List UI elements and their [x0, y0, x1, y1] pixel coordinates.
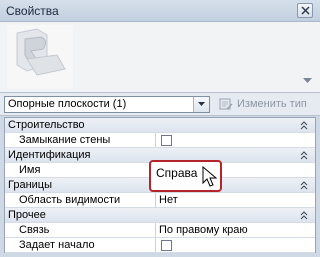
mouse-cursor-icon: [202, 166, 218, 187]
property-row: Область видимости Нет: [5, 193, 315, 208]
property-row: Замыкание стены: [5, 133, 315, 148]
type-selector-value: Опорные плоскости (1): [8, 98, 127, 110]
property-value-text: Нет: [159, 194, 178, 206]
defines-origin-checkbox[interactable]: [161, 240, 172, 251]
group-header[interactable]: Строительство: [5, 118, 315, 133]
type-image: [7, 25, 73, 89]
group-name: Границы: [8, 179, 52, 191]
property-name: Имя: [19, 164, 41, 176]
window-title: Свойства: [6, 4, 59, 18]
close-icon: [301, 6, 310, 15]
dropdown-arrow-icon: [198, 102, 205, 106]
property-name: Задает начало: [19, 239, 95, 251]
group-header[interactable]: Прочее: [5, 208, 315, 223]
title-bar: Свойства: [0, 0, 320, 22]
collapse-icon[interactable]: [300, 121, 308, 130]
property-value[interactable]: По правому краю: [155, 223, 315, 237]
property-value[interactable]: Нет: [155, 193, 315, 207]
type-selector-dropdown[interactable]: [193, 97, 209, 112]
group-name: Прочее: [8, 209, 46, 221]
property-name: Связь: [19, 224, 50, 236]
wall-closure-checkbox[interactable]: [161, 135, 172, 146]
property-name: Замыкание стены: [19, 134, 111, 146]
edit-type-icon: [219, 98, 233, 110]
collapse-icon[interactable]: [300, 211, 308, 220]
property-row: Задает начало: [5, 238, 315, 253]
type-selector[interactable]: Опорные плоскости (1): [4, 96, 210, 113]
name-value-text: Справа: [156, 166, 198, 180]
property-name: Область видимости: [19, 194, 121, 206]
group-name: Идентификация: [8, 149, 91, 161]
close-button[interactable]: [297, 3, 313, 18]
type-preview: [0, 22, 320, 93]
property-value-text: По правому краю: [159, 224, 248, 236]
collapse-icon[interactable]: [300, 151, 308, 160]
properties-panel: Свойства Опорные плоскости (1) Изменить …: [0, 0, 320, 257]
group-name: Строительство: [8, 119, 85, 131]
property-value: [155, 238, 315, 252]
type-selector-row: Опорные плоскости (1) Изменить тип: [0, 93, 320, 116]
preview-scroll-icon[interactable]: [303, 78, 312, 84]
property-value: [155, 133, 315, 147]
edit-type-button[interactable]: Изменить тип: [219, 96, 315, 113]
property-row: Связь По правому краю: [5, 223, 315, 238]
collapse-icon[interactable]: [300, 181, 308, 190]
edit-type-label: Изменить тип: [237, 98, 307, 110]
